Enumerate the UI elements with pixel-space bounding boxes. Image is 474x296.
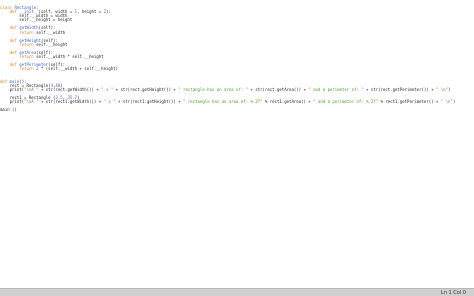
code-token: " and a perimeter of: " — [308, 86, 364, 92]
code-token: % rect1.getArea() + — [262, 99, 314, 105]
code-token: + str(rect.getHeight()) + — [113, 86, 179, 92]
code-token: + str(rect1.getHeight()) + — [115, 99, 184, 105]
code-token: return — [19, 41, 37, 47]
code-token: self.__height — [36, 41, 68, 47]
code-token: main () — [0, 107, 17, 113]
code-token: " x " — [101, 86, 114, 92]
code-token: + str(rect.getWidth()) + — [38, 86, 102, 92]
code-line[interactable]: main () — [0, 108, 455, 112]
code-token: " \n" — [440, 99, 453, 105]
code-token: " x " — [103, 99, 116, 105]
code-token: " and a perimeter of: %.2f" — [313, 99, 379, 105]
code-token: "\nA " — [24, 86, 39, 92]
code-token: " rectangle has an area of: %.2f" — [183, 99, 263, 105]
code-token: + str(rect.getArea()) + — [248, 86, 309, 92]
code-token: ) — [452, 99, 456, 105]
code-token: self.__height = height — [0, 17, 73, 23]
code-token: " rectangle has an area of: " — [178, 86, 249, 92]
code-token: return — [19, 54, 37, 60]
code-token: ) — [448, 86, 451, 92]
code-token: self.__width — [36, 29, 66, 35]
code-token: print( — [0, 86, 25, 92]
code-token: "\nA " — [24, 99, 39, 105]
code-line[interactable]: print("\nA " + str(rect1.getWidth()) + "… — [0, 99, 456, 105]
code-editor[interactable]: class Rectangle: def __init__(self, widt… — [0, 0, 474, 288]
code-token: " \n" — [435, 86, 448, 92]
code-token: return — [19, 66, 37, 72]
code-token: return — [19, 29, 37, 35]
code-token: , height = — [77, 9, 104, 15]
code-token: * (self.__width + self.__height) — [38, 66, 119, 72]
code-token: ): — [106, 9, 111, 15]
status-bar: Ln 1 Col 0 — [0, 288, 474, 296]
cursor-position: Ln 1 Col 0 — [440, 290, 466, 296]
code-token: print( — [0, 99, 25, 105]
code-lines: class Rectangle: def __init__(self, widt… — [0, 5, 456, 112]
code-token: % rect1.getPerimeter() + — [378, 99, 441, 105]
code-token: self.__width * self.__height — [36, 54, 104, 60]
code-line[interactable]: print("\nA " + str(rect.getWidth()) + " … — [0, 86, 455, 92]
code-token: + str(rect.getPerimeter()) + — [363, 86, 436, 92]
code-token: + str(rect1.getWidth()) + — [38, 99, 104, 105]
